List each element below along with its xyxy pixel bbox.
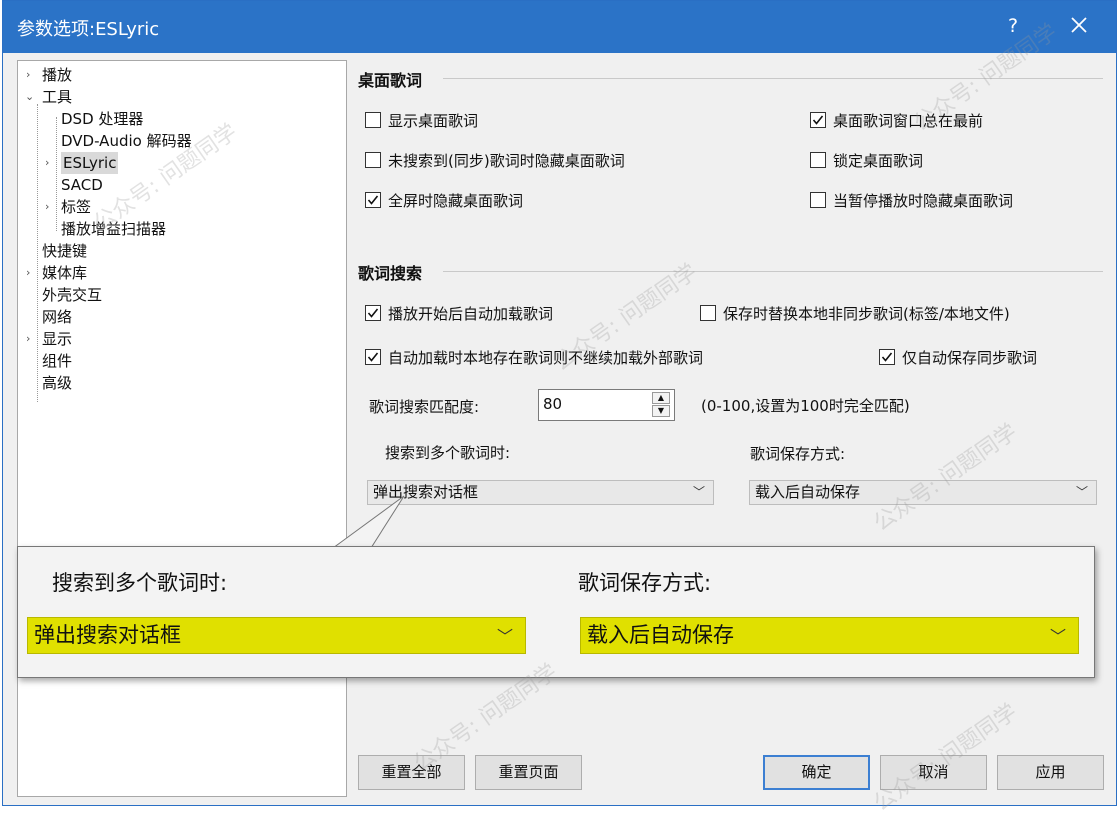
callout-save-mode-label: 歌词保存方式: bbox=[578, 571, 712, 595]
callout-multi-lyrics-select: 弹出搜索对话框 ﹀ bbox=[27, 617, 526, 654]
zoom-callout: 搜索到多个歌词时: 歌词保存方式: 弹出搜索对话框 ﹀ 载入后自动保存 ﹀ bbox=[17, 546, 1095, 678]
chevron-down-icon: ﹀ bbox=[1049, 627, 1066, 646]
callout-save-mode-select: 载入后自动保存 ﹀ bbox=[580, 617, 1079, 654]
chevron-down-icon: ﹀ bbox=[496, 627, 513, 646]
callout-multi-lyrics-value: 弹出搜索对话框 bbox=[34, 623, 181, 647]
callout-save-mode-value: 载入后自动保存 bbox=[587, 623, 734, 647]
callout-multi-lyrics-label: 搜索到多个歌词时: bbox=[52, 571, 228, 595]
callout-pointer bbox=[331, 495, 405, 549]
